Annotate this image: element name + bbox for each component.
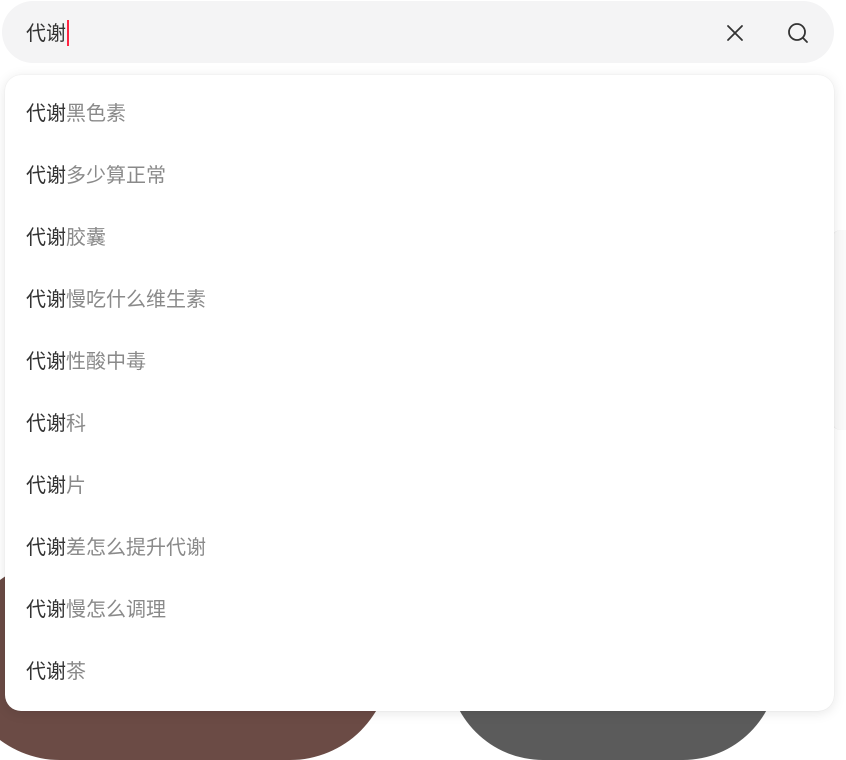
suggestion-item[interactable]: 代谢慢怎么调理 [5, 578, 834, 640]
suggestion-rest: 性酸中毒 [66, 349, 146, 373]
suggestion-rest: 多少算正常 [66, 163, 166, 187]
search-input-value: 代谢 [26, 21, 66, 45]
suggestion-item[interactable]: 代谢片 [5, 454, 834, 516]
search-bar: 代谢 [2, 1, 834, 63]
suggestion-rest: 慢吃什么维生素 [66, 287, 206, 311]
suggestion-item[interactable]: 代谢差怎么提升代谢 [5, 516, 834, 578]
suggestion-item[interactable]: 代谢慢吃什么维生素 [5, 268, 834, 330]
suggestion-rest: 差怎么提升代谢 [66, 535, 206, 559]
suggestion-rest: 慢怎么调理 [66, 597, 166, 621]
suggestion-rest: 黑色素 [66, 101, 126, 125]
suggestion-rest: 胶囊 [66, 225, 106, 249]
suggestion-rest: 片 [66, 473, 86, 497]
suggestion-match: 代谢 [26, 535, 66, 559]
suggestion-match: 代谢 [26, 411, 66, 435]
close-icon [727, 25, 743, 41]
suggestion-match: 代谢 [26, 163, 66, 187]
suggestion-rest: 茶 [66, 659, 86, 683]
text-caret [67, 20, 69, 46]
suggestion-item[interactable]: 代谢胶囊 [5, 206, 834, 268]
search-button[interactable] [783, 18, 813, 48]
suggestion-rest: 科 [66, 411, 86, 435]
search-input[interactable]: 代谢 [26, 17, 69, 49]
suggestion-dropdown: 代谢黑色素 代谢多少算正常 代谢胶囊 代谢慢吃什么维生素 代谢性酸中毒 代谢科 … [5, 75, 834, 711]
suggestion-match: 代谢 [26, 287, 66, 311]
suggestion-item[interactable]: 代谢多少算正常 [5, 144, 834, 206]
suggestion-match: 代谢 [26, 349, 66, 373]
suggestion-match: 代谢 [26, 659, 66, 683]
search-icon [788, 23, 808, 43]
suggestion-match: 代谢 [26, 225, 66, 249]
suggestion-item[interactable]: 代谢性酸中毒 [5, 330, 834, 392]
suggestion-item[interactable]: 代谢黑色素 [5, 82, 834, 144]
suggestion-match: 代谢 [26, 101, 66, 125]
suggestion-item[interactable]: 代谢茶 [5, 640, 834, 702]
suggestion-item[interactable]: 代谢科 [5, 392, 834, 454]
clear-button[interactable] [720, 18, 750, 48]
suggestion-match: 代谢 [26, 473, 66, 497]
suggestion-match: 代谢 [26, 597, 66, 621]
